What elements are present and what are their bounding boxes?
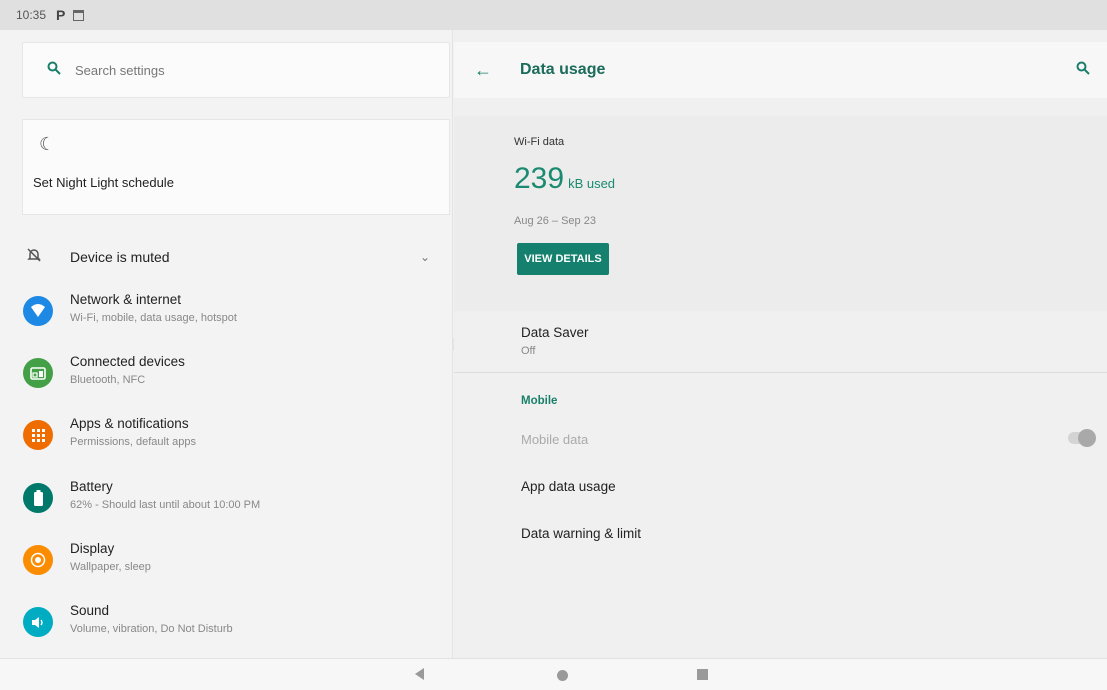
volume-icon	[23, 607, 53, 637]
menu-item-battery[interactable]: Battery 62% - Should last until about 10…	[0, 474, 453, 528]
mobile-data-label: Mobile data	[521, 432, 589, 447]
night-light-suggestion[interactable]: ☾ Set Night Light schedule	[22, 119, 450, 215]
menu-item-sound[interactable]: Sound Volume, vibration, Do Not Disturb	[0, 598, 453, 652]
search-placeholder: Search settings	[75, 62, 165, 78]
menu-item-title: Sound	[70, 603, 110, 618]
navigation-bar	[0, 658, 1107, 690]
data-usage-pane: ← Data usage Wi-Fi data 239 kB used Aug …	[454, 30, 1107, 658]
menu-item-subtitle: Bluetooth, NFC	[70, 374, 146, 386]
menu-item-title: Apps & notifications	[70, 416, 189, 431]
menu-item-subtitle: Permissions, default apps	[70, 436, 196, 448]
brightness-icon	[23, 545, 53, 575]
menu-item-connected-devices[interactable]: Connected devices Bluetooth, NFC	[0, 349, 453, 403]
mobile-section-header: Mobile	[521, 395, 558, 407]
battery-icon	[23, 483, 53, 513]
devices-icon	[23, 358, 53, 388]
view-details-button[interactable]: VIEW DETAILS	[517, 243, 609, 275]
app-notification-icon: P	[56, 7, 66, 23]
night-light-label: Set Night Light schedule	[33, 175, 174, 190]
nav-back-icon[interactable]	[415, 668, 424, 680]
nav-recents-icon[interactable]	[697, 669, 708, 680]
menu-item-subtitle: Wallpaper, sleep	[70, 561, 151, 573]
billing-range: Aug 26 – Sep 23	[514, 215, 596, 227]
search-icon	[47, 61, 61, 80]
menu-item-display[interactable]: Display Wallpaper, sleep	[0, 536, 453, 590]
app-data-usage-item[interactable]: App data usage	[521, 479, 616, 494]
settings-list-pane: Search settings ☾ Set Night Light schedu…	[0, 30, 453, 658]
wifi-usage-summary: Wi-Fi data 239 kB used Aug 26 – Sep 23 V…	[454, 116, 1107, 311]
menu-item-title: Network & internet	[70, 292, 182, 307]
search-bar[interactable]: Search settings	[22, 42, 450, 98]
wifi-icon	[23, 296, 53, 326]
device-muted-label: Device is muted	[70, 249, 170, 265]
menu-item-title: Connected devices	[70, 354, 185, 369]
wifi-data-caption: Wi-Fi data	[514, 136, 565, 148]
menu-item-apps[interactable]: Apps & notifications Permissions, defaul…	[0, 411, 453, 465]
status-bar: 10:35 P ▙ ⊗ ▼ ▮	[0, 0, 1107, 658]
nav-home-icon[interactable]	[557, 670, 568, 681]
device-muted-condition[interactable]: Device is muted ⌄	[0, 240, 453, 274]
menu-item-title: Battery	[70, 479, 113, 494]
clock: 10:35	[16, 8, 47, 22]
divider	[454, 372, 1107, 373]
calendar-icon	[73, 9, 85, 21]
data-saver-title: Data Saver	[521, 325, 589, 340]
usage-amount: 239 kB used	[514, 162, 615, 196]
menu-item-subtitle: Volume, vibration, Do Not Disturb	[70, 623, 233, 635]
toggle-knob	[1078, 429, 1096, 447]
menu-item-subtitle: 62% - Should last until about 10:00 PM	[70, 499, 261, 511]
menu-item-subtitle: Wi-Fi, mobile, data usage, hotspot	[70, 312, 237, 324]
chevron-down-icon[interactable]: ⌄	[420, 250, 430, 264]
moon-icon: ☾	[39, 134, 56, 154]
menu-item-title: Display	[70, 541, 115, 556]
page-title: Data usage	[520, 61, 606, 78]
usage-number: 239	[514, 162, 565, 195]
data-saver-item[interactable]: Data Saver Off	[454, 311, 1107, 373]
notifications-off-icon	[26, 247, 42, 268]
data-saver-status: Off	[521, 345, 536, 357]
back-arrow-icon[interactable]: ←	[474, 60, 492, 81]
search-icon[interactable]	[1076, 61, 1090, 80]
menu-item-network[interactable]: Network & internet Wi-Fi, mobile, data u…	[0, 287, 453, 341]
app-bar: ← Data usage	[454, 42, 1107, 98]
apps-grid-icon	[23, 420, 53, 450]
mobile-data-toggle[interactable]	[1068, 429, 1096, 447]
data-warning-limit-item[interactable]: Data warning & limit	[521, 526, 641, 541]
usage-unit: kB used	[568, 176, 616, 191]
